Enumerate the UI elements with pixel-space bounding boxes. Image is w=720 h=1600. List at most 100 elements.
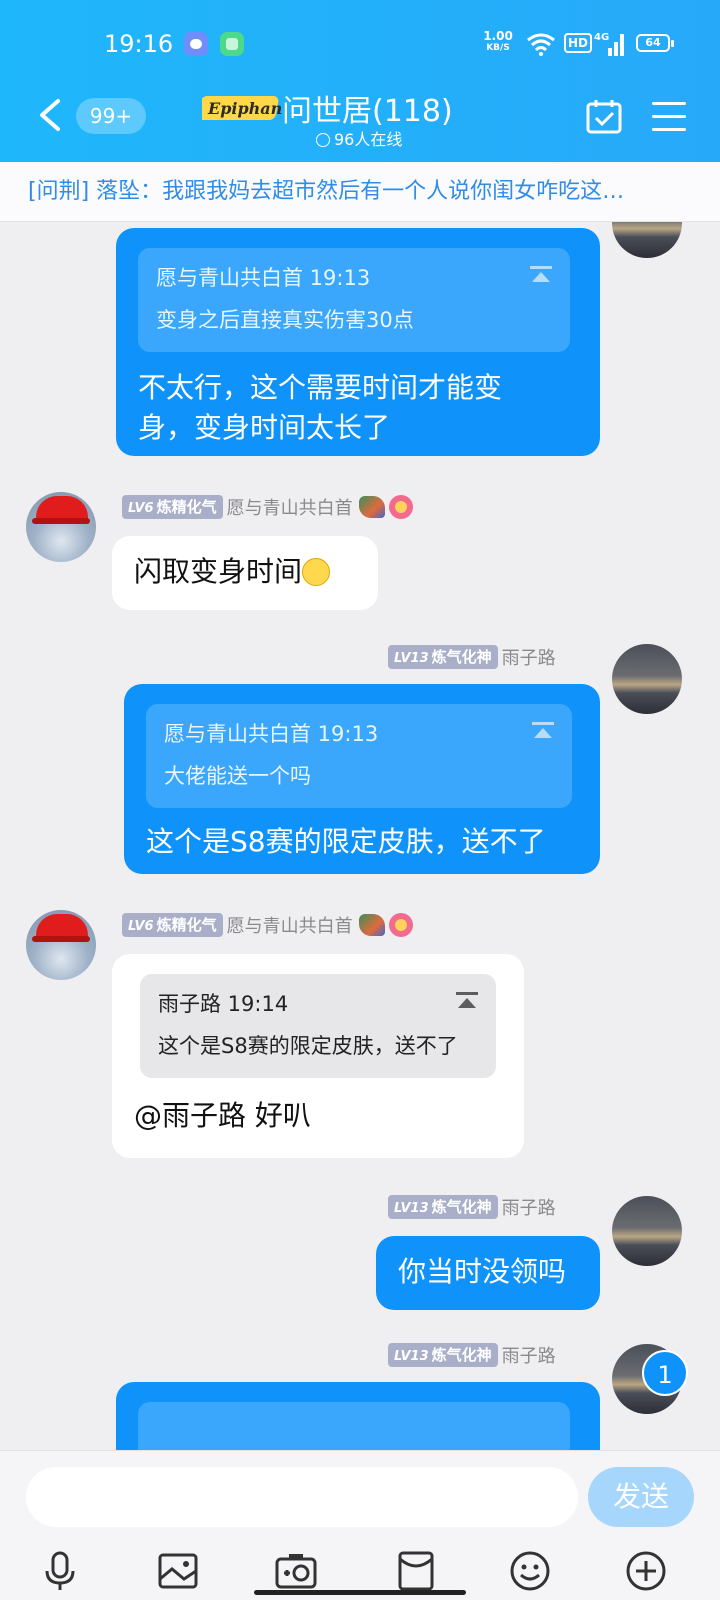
emoji-icon[interactable] bbox=[508, 1549, 552, 1593]
dragon-badge-icon bbox=[358, 496, 385, 518]
sender-name[interactable]: 愿与青山共白首 bbox=[227, 916, 353, 937]
message-input[interactable] bbox=[26, 1467, 578, 1527]
header: 19:16 1.00 KB/S HD 4G 64 99+ Epiphany 问世… bbox=[0, 0, 720, 162]
level-badge: LV13 炼气化神 bbox=[388, 1195, 498, 1219]
message-bubble[interactable]: 闪取变身时间 bbox=[112, 536, 378, 610]
message-text: 闪取变身时间 bbox=[134, 552, 331, 592]
quote-text: 这个是S8赛的限定皮肤，送不了 bbox=[158, 1034, 458, 1058]
sender-name[interactable]: 雨子路 bbox=[502, 1198, 556, 1219]
group-notice[interactable]: [问荆] 落坠：我跟我妈去超市然后有一个人说你闺女咋吃这… bbox=[0, 162, 720, 222]
level-title: 炼气化神 bbox=[431, 1346, 492, 1364]
quoted-message[interactable]: 愿与青山共白首 19:13 大佬能送一个吗 bbox=[146, 704, 572, 808]
flower-badge-icon bbox=[388, 913, 413, 937]
level-title: 炼精化气 bbox=[156, 916, 217, 934]
level-badge: LV13 炼气化神 bbox=[388, 1343, 498, 1367]
calendar-check-icon[interactable] bbox=[586, 98, 622, 134]
notes-app-icon bbox=[220, 32, 244, 56]
camera-icon[interactable] bbox=[274, 1549, 318, 1593]
image-icon[interactable] bbox=[156, 1549, 200, 1593]
message-bubble[interactable]: 你当时没领吗 bbox=[376, 1236, 600, 1310]
unread-chats-badge[interactable]: 99+ bbox=[76, 98, 146, 134]
sender-meta: LV13 炼气化神 雨子路 bbox=[388, 1342, 556, 1368]
message-bubble[interactable]: 愿与青山共白首 19:13 变身之后直接真实伤害30点 不太行，这个需要时间才能… bbox=[116, 228, 600, 456]
sender-meta: LV13 炼气化神 雨子路 bbox=[388, 1194, 556, 1220]
battery-icon: 64 bbox=[636, 34, 674, 52]
net-speed: 1.00 KB/S bbox=[480, 30, 516, 54]
group-title[interactable]: 问世居(118) bbox=[282, 86, 453, 130]
level-number: LV6 bbox=[128, 501, 154, 516]
message-text: 你当时没领吗 bbox=[398, 1255, 567, 1288]
sender-meta: LV13 炼气化神 雨子路 bbox=[388, 644, 556, 670]
home-indicator[interactable] bbox=[254, 1590, 466, 1595]
red-packet-icon[interactable] bbox=[394, 1549, 438, 1593]
quote-header: 愿与青山共白首 19:13 bbox=[164, 722, 379, 746]
online-count-text: 96人在线 bbox=[334, 130, 403, 149]
status-time: 19:16 bbox=[104, 30, 174, 58]
dragon-badge-icon bbox=[358, 914, 385, 936]
avatar[interactable] bbox=[612, 644, 682, 714]
quoted-message[interactable]: 雨子路 19:14 这个是S8赛的限定皮肤，送不了 bbox=[140, 974, 496, 1078]
message-text: 不太行，这个需要时间才能变 bbox=[138, 371, 503, 404]
quoted-message[interactable] bbox=[138, 1402, 570, 1450]
message-text: 这个是S8赛的限定皮肤，送不了 bbox=[146, 825, 546, 858]
level-badge: LV6 炼精化气 bbox=[122, 495, 223, 519]
level-title: 炼精化气 bbox=[156, 498, 217, 516]
online-count: 96人在线 bbox=[316, 126, 402, 150]
level-number: LV6 bbox=[128, 919, 154, 934]
wifi-icon bbox=[527, 33, 555, 56]
message-bubble[interactable]: 雨子路 19:14 这个是S8赛的限定皮肤，送不了 @雨子路 好叭 bbox=[112, 954, 524, 1158]
svg-text:4G: 4G bbox=[594, 32, 609, 43]
jump-to-quote-icon[interactable] bbox=[456, 992, 478, 1018]
jump-to-quote-icon[interactable] bbox=[530, 266, 552, 292]
level-number: LV13 bbox=[394, 1349, 429, 1364]
jump-to-quote-icon[interactable] bbox=[532, 722, 554, 748]
mic-icon[interactable] bbox=[38, 1549, 82, 1593]
chat-area[interactable]: 愿与青山共白首 19:13 变身之后直接真实伤害30点 不太行，这个需要时间才能… bbox=[0, 222, 720, 1450]
flower-badge-icon bbox=[388, 495, 413, 519]
level-badge: LV6 炼精化气 bbox=[122, 913, 223, 937]
smile-emoji-icon bbox=[302, 558, 331, 586]
group-logo: Epiphany bbox=[202, 96, 282, 120]
avatar[interactable] bbox=[612, 222, 682, 258]
avatar[interactable] bbox=[26, 492, 96, 562]
net-speed-unit: KB/S bbox=[486, 43, 510, 53]
message-bubble[interactable] bbox=[116, 1382, 600, 1450]
quote-header: 雨子路 19:14 bbox=[158, 992, 289, 1016]
hd-icon: HD bbox=[564, 33, 593, 53]
quote-text: 变身之后直接真实伤害30点 bbox=[156, 308, 414, 332]
back-button[interactable] bbox=[36, 98, 64, 132]
menu-line bbox=[652, 102, 686, 105]
quote-text: 大佬能送一个吗 bbox=[164, 764, 311, 788]
input-bar: 发送 bbox=[0, 1450, 720, 1600]
message-text: @雨子路 好叭 bbox=[134, 1099, 311, 1132]
avatar[interactable] bbox=[612, 1196, 682, 1266]
level-title: 炼气化神 bbox=[431, 648, 492, 666]
menu-line bbox=[652, 115, 686, 118]
level-number: LV13 bbox=[394, 651, 429, 666]
sender-meta: LV6 炼精化气 愿与青山共白首 bbox=[122, 912, 413, 938]
online-check-icon bbox=[316, 133, 330, 147]
level-badge: LV13 炼气化神 bbox=[388, 645, 498, 669]
avatar[interactable] bbox=[26, 910, 96, 980]
chat-app-icon bbox=[184, 32, 208, 56]
svg-text:Epiphany: Epiphany bbox=[207, 99, 282, 118]
unread-count-badge[interactable]: 1 bbox=[642, 1350, 688, 1396]
level-number: LV13 bbox=[394, 1201, 429, 1216]
menu-line bbox=[652, 128, 686, 131]
message-text-content: 闪取变身时间 bbox=[134, 555, 303, 588]
sender-meta: LV6 炼精化气 愿与青山共白首 bbox=[122, 494, 413, 520]
menu-button[interactable] bbox=[652, 102, 686, 132]
level-title: 炼气化神 bbox=[431, 1198, 492, 1216]
sender-name[interactable]: 雨子路 bbox=[502, 648, 556, 669]
message-bubble[interactable]: 愿与青山共白首 19:13 大佬能送一个吗 这个是S8赛的限定皮肤，送不了 bbox=[124, 684, 600, 874]
send-button[interactable]: 发送 bbox=[588, 1467, 694, 1527]
status-bar: 19:16 1.00 KB/S HD 4G 64 bbox=[0, 28, 720, 64]
signal-icon: 4G bbox=[594, 32, 624, 56]
quote-header: 愿与青山共白首 19:13 bbox=[156, 266, 371, 290]
quoted-message[interactable]: 愿与青山共白首 19:13 变身之后直接真实伤害30点 bbox=[138, 248, 570, 352]
net-speed-value: 1.00 bbox=[483, 29, 513, 43]
plus-icon[interactable] bbox=[624, 1549, 668, 1593]
message-text: 身，变身时间太长了 bbox=[138, 411, 391, 444]
sender-name[interactable]: 愿与青山共白首 bbox=[227, 498, 353, 519]
sender-name[interactable]: 雨子路 bbox=[502, 1346, 556, 1367]
